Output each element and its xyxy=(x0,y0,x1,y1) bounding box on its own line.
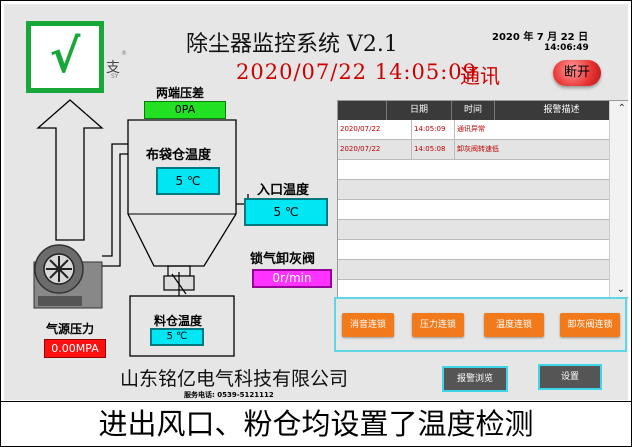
diff-pressure-value: 0PA xyxy=(144,101,226,119)
fan-icon xyxy=(33,244,103,309)
interlock-panel: 消音连锁 压力连锁 温度连锁 卸灰阀连锁 xyxy=(334,297,627,352)
clock-date: 2020 年 7 月 22 日 xyxy=(492,32,589,43)
table-scrollbar[interactable]: ⌃ ⌄ xyxy=(609,101,628,297)
outlet-duct xyxy=(102,143,128,257)
ash-valve-interlock-button[interactable]: 卸灰阀连锁 xyxy=(560,313,620,337)
empty-row xyxy=(338,160,628,180)
col-spacer xyxy=(338,101,387,120)
alarm-table-header: 日期 时间 报警描述 xyxy=(338,101,628,120)
ash-valve-speed: 0r/min xyxy=(252,269,332,288)
settings-button[interactable]: 设置 xyxy=(538,364,602,390)
baghouse-temp-value: 5 ℃ xyxy=(156,167,220,195)
air-pressure-label: 气源压力 xyxy=(46,322,95,336)
empty-row xyxy=(338,260,628,280)
air-pressure-value: 0.00MPA xyxy=(44,339,106,358)
chevron-down-icon[interactable]: ⌄ xyxy=(617,284,625,295)
alarm-desc: 卸灰阀转速低 xyxy=(457,145,499,153)
col-time: 时间 xyxy=(452,101,495,120)
empty-row xyxy=(338,200,628,220)
alarm-date: 2020/07/22 xyxy=(338,140,412,159)
alarm-browse-button[interactable]: 报警浏览 xyxy=(442,366,508,392)
baghouse-temp-label: 布袋仓温度 xyxy=(146,148,212,163)
inlet-temp-label: 入口温度 xyxy=(257,183,310,198)
chevron-up-icon[interactable]: ⌃ xyxy=(618,103,626,114)
logo-sub: SY xyxy=(111,73,119,80)
empty-row xyxy=(338,220,628,240)
alarm-date: 2020/07/22 xyxy=(338,120,412,139)
diff-pressure-label: 两端压差 xyxy=(156,86,205,100)
pressure-interlock-button[interactable]: 压力连锁 xyxy=(412,313,464,337)
logo-registered-mark: ® xyxy=(121,50,127,57)
company-name: 山东铭亿电气科技有限公司 xyxy=(120,368,349,390)
hmi-screen: √ 支 SY ® 除尘器监控系统 V2.1 2020/07/22 14:05:0… xyxy=(4,4,628,400)
comm-status-label: 通讯 xyxy=(460,64,500,88)
empty-row xyxy=(338,180,628,200)
exhaust-arrow xyxy=(36,99,104,241)
inlet-temp-value: 5 ℃ xyxy=(244,198,328,226)
table-row[interactable]: 2020/07/22 14:05:09 通讯异常 xyxy=(338,120,628,140)
alarm-desc: 通讯异常 xyxy=(457,125,485,133)
outlet-duct-2 xyxy=(102,153,128,267)
table-row[interactable]: 2020/07/22 14:05:08 卸灰阀转速低 xyxy=(338,140,628,160)
temperature-interlock-button[interactable]: 温度连锁 xyxy=(484,313,544,337)
alarm-table[interactable]: 日期 时间 报警描述 2020/07/22 14:05:09 通讯异常 2020… xyxy=(337,100,628,298)
silence-interlock-button[interactable]: 消音连锁 xyxy=(342,313,394,337)
ash-valve-label: 锁气卸灰阀 xyxy=(250,252,316,267)
empty-row xyxy=(338,240,628,260)
figure-frame: √ 支 SY ® 除尘器监控系统 V2.1 2020/07/22 14:05:0… xyxy=(0,0,632,447)
alarm-time: 14:05:08 xyxy=(412,140,455,159)
page-title: 除尘器监控系统 V2.1 xyxy=(186,32,398,57)
figure-caption: 进出风口、粉仓均设置了温度检测 xyxy=(98,407,534,441)
clock-time: 14:06:49 xyxy=(544,43,589,53)
hopper-temp-label: 料仓温度 xyxy=(154,314,203,328)
service-hotline: 服务电话: 0539-5121112 xyxy=(184,391,274,399)
alarm-time: 14:05:09 xyxy=(412,120,455,139)
hopper-temp-value: 5 ℃ xyxy=(150,328,204,346)
logo-check-icon: √ xyxy=(26,21,104,93)
col-date: 日期 xyxy=(387,101,452,120)
disconnect-button[interactable]: 断开 xyxy=(553,60,601,86)
current-datetime: 2020/07/22 14:05:09 xyxy=(236,60,478,84)
empty-row xyxy=(338,280,628,297)
divider xyxy=(1,401,631,402)
